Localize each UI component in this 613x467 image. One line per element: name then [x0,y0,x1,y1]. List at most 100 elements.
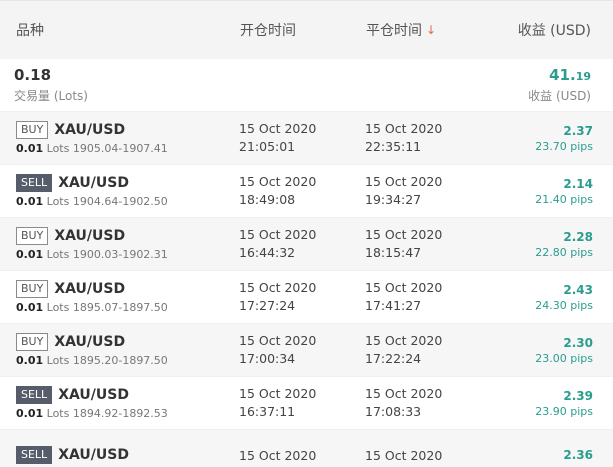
trade-pips: 23.00 pips [535,351,593,365]
trade-lots-line: 0.01 Lots 1895.20-1897.50 [16,354,239,367]
trade-side-badge: BUY [16,280,49,298]
trade-close-date: 15 Oct 2020 [365,174,443,189]
header-open-time[interactable]: 开仓时间 [240,20,366,40]
trade-open-cell: 15 Oct 2020 16:44:32 [239,226,365,262]
trade-profit-cell: 2.28 22.80 pips [491,230,613,259]
trade-open-time: 17:27:24 [239,298,296,313]
trade-row[interactable]: SELL XAU/USD 0.01 Lots 1894.92-1892.53 15 O… [0,376,613,429]
trade-open-time: 17:00:34 [239,351,296,366]
trade-open-cell: 15 Oct 2020 [239,447,365,465]
trade-symbol-line: SELL XAU/USD [16,174,239,192]
trade-list: BUY XAU/USD 0.01 Lots 1905.04-1907.41 15 Oc… [0,111,613,467]
trade-symbol-line: BUY XAU/USD [16,280,239,298]
trade-open-time: 16:44:32 [239,245,296,260]
trade-lots-value: 0.01 [16,195,44,208]
trade-profit-cell: 2.30 23.00 pips [491,336,613,365]
trade-lots-line: 0.01 Lots 1905.04-1907.41 [16,142,239,155]
trade-close-date: 15 Oct 2020 [365,333,443,348]
trade-close-cell: 15 Oct 2020 [365,447,491,465]
header-close-time-label: 平仓时间 [366,23,422,39]
header-close-time[interactable]: 平仓时间 ↓ [366,20,492,40]
trade-side-badge: SELL [16,174,53,192]
trade-open-cell: 15 Oct 2020 16:37:11 [239,385,365,421]
trade-open-date: 15 Oct 2020 [239,280,317,295]
trade-symbol: XAU/USD [58,175,129,191]
trade-profit: 2.36 [563,448,593,462]
trade-row[interactable]: SELL XAU/USD 0.01 Lots 1904.64-1902.50 15 O… [0,164,613,217]
trade-instrument-cell: BUY XAU/USD 0.01 Lots 1895.07-1897.50 [0,280,239,314]
trade-lots-label: Lots [46,354,70,367]
trade-price-range: 1895.20-1897.50 [72,354,168,367]
trade-instrument-cell: SELL XAU/USD 0.01 Lots 1894.92-1892.53 [0,386,239,420]
trade-instrument-cell: BUY XAU/USD 0.01 Lots 1900.03-1902.31 [0,227,239,261]
trade-price-range: 1895.07-1897.50 [72,301,168,314]
table-header: 品种 开仓时间 平仓时间 ↓ 收益 (USD) [0,0,613,59]
trade-side-badge: BUY [16,121,49,139]
trade-symbol-line: SELL XAU/USD [16,445,239,464]
trade-row[interactable]: SELL XAU/USD 15 Oct 2020 15 Oct 2020 2.36 [0,429,613,467]
trade-close-time: 17:41:27 [365,298,422,313]
trade-row[interactable]: BUY XAU/USD 0.01 Lots 1900.03-1902.31 15 Oc… [0,217,613,270]
trade-pips: 22.80 pips [535,245,593,259]
total-lots-label: 交易量 (Lots) [14,89,88,103]
trade-open-date: 15 Oct 2020 [239,386,317,401]
trade-close-cell: 15 Oct 2020 17:41:27 [365,279,491,315]
trade-open-date: 15 Oct 2020 [239,174,317,189]
trade-close-date: 15 Oct 2020 [365,386,443,401]
trade-open-time: 16:37:11 [239,404,296,419]
trade-close-time: 22:35:11 [365,139,422,154]
header-instrument[interactable]: 品种 [0,20,240,40]
trade-lots-value: 0.01 [16,142,44,155]
trade-profit-cell: 2.43 24.30 pips [491,283,613,312]
trade-pips: 23.70 pips [535,139,593,153]
trade-symbol-line: SELL XAU/USD [16,386,239,404]
trade-lots-value: 0.01 [16,407,44,420]
trade-price-range: 1905.04-1907.41 [72,142,168,155]
trade-side-badge: BUY [16,227,49,245]
header-profit[interactable]: 收益 (USD) [492,20,613,40]
trade-row[interactable]: BUY XAU/USD 0.01 Lots 1895.20-1897.50 15 Oc… [0,323,613,376]
trade-close-cell: 15 Oct 2020 19:34:27 [365,173,491,209]
trade-side-badge: SELL [16,445,53,464]
trade-symbol: XAU/USD [54,281,126,297]
trade-close-date: 15 Oct 2020 [365,227,443,242]
trade-open-time: 21:05:01 [239,139,296,154]
trade-close-time: 18:15:47 [365,245,422,260]
trade-row[interactable]: BUY XAU/USD 0.01 Lots 1895.07-1897.50 15 Oc… [0,270,613,323]
total-profit-value: 41.19 [528,66,591,84]
trade-symbol: XAU/USD [58,387,129,403]
trade-lots-line: 0.01 Lots 1904.64-1902.50 [16,195,239,208]
trade-history-panel: 品种 开仓时间 平仓时间 ↓ 收益 (USD) 0.18 交易量 (Lots) … [0,0,613,467]
trade-symbol: XAU/USD [54,334,126,350]
trade-open-cell: 15 Oct 2020 17:00:34 [239,332,365,368]
trade-open-cell: 15 Oct 2020 17:27:24 [239,279,365,315]
trade-instrument-cell: BUY XAU/USD 0.01 Lots 1905.04-1907.41 [0,121,239,155]
trade-close-date: 15 Oct 2020 [365,280,443,295]
trade-close-cell: 15 Oct 2020 22:35:11 [365,120,491,156]
trade-close-time: 17:22:24 [365,351,422,366]
trade-lots-label: Lots [46,407,70,420]
trade-lots-label: Lots [46,301,70,314]
trade-profit: 2.37 [563,123,593,138]
total-lots-value: 0.18 [14,66,52,84]
trade-row[interactable]: BUY XAU/USD 0.01 Lots 1905.04-1907.41 15 Oc… [0,111,613,164]
trade-pips: 24.30 pips [535,298,593,312]
trade-price-range: 1900.03-1902.31 [72,248,168,261]
trade-side-badge: BUY [16,333,49,351]
trade-close-cell: 15 Oct 2020 17:08:33 [365,385,491,421]
summary-row: 0.18 交易量 (Lots) 41.19 收益 (USD) [0,59,613,111]
trade-lots-value: 0.01 [16,301,44,314]
trade-price-range: 1894.92-1892.53 [72,407,168,420]
trade-profit: 2.14 [563,176,593,191]
trade-close-date: 15 Oct 2020 [365,448,443,463]
trade-price-range: 1904.64-1902.50 [72,195,168,208]
trade-close-cell: 15 Oct 2020 17:22:24 [365,332,491,368]
trade-open-cell: 15 Oct 2020 18:49:08 [239,173,365,209]
trade-profit: 2.30 [563,335,593,350]
trade-profit: 2.28 [563,229,593,244]
trade-open-cell: 15 Oct 2020 21:05:01 [239,120,365,156]
trade-pips: 21.40 pips [535,192,593,206]
total-profit-decimals: 19 [575,70,591,83]
trade-lots-line: 0.01 Lots 1894.92-1892.53 [16,407,239,420]
trade-symbol-line: BUY XAU/USD [16,333,239,351]
